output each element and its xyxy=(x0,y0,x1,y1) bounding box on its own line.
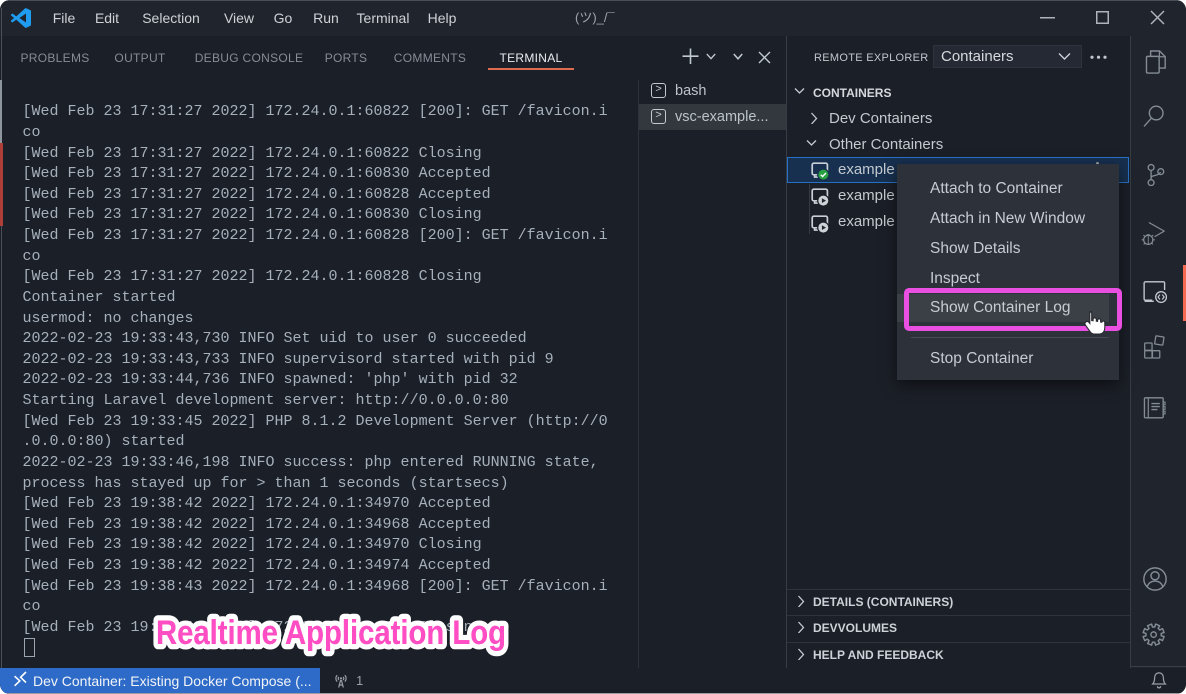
svg-text:Realtime Application Log: Realtime Application Log xyxy=(156,614,506,652)
